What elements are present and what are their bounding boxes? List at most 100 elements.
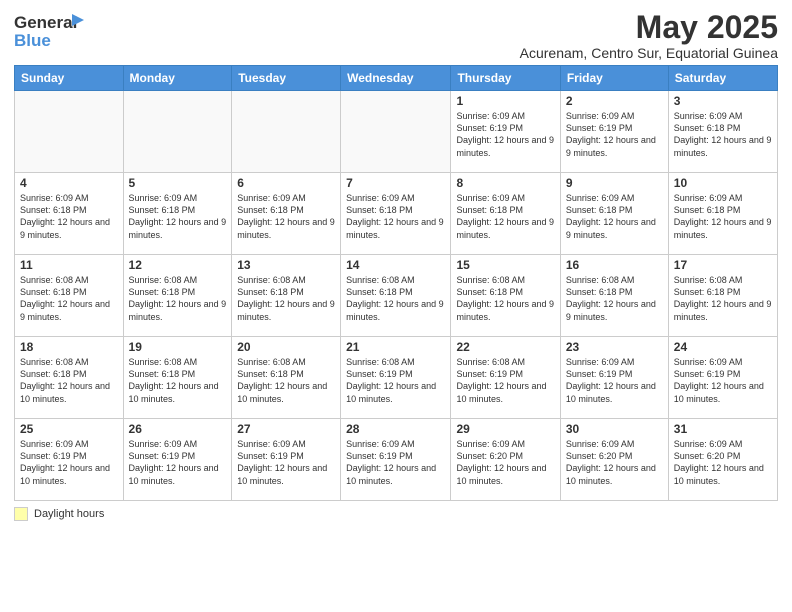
calendar-cell: 2Sunrise: 6:09 AM Sunset: 6:19 PM Daylig… — [560, 91, 668, 173]
calendar-cell: 17 Sunrise: 6:08 AM Sunset: 6:18 PM Dayli… — [668, 255, 777, 337]
day-number: 25 — [20, 422, 118, 436]
day-number: 17 — [674, 258, 772, 272]
daylight-box — [14, 507, 28, 521]
day-info: Sunrise: 6:09 AM Sunset: 6:20 PM Dayligh… — [674, 438, 772, 487]
day-number: 3 — [674, 94, 772, 108]
calendar-cell: 19 Sunrise: 6:08 AM Sunset: 6:18 PM Dayli… — [123, 337, 232, 419]
day-info: Sunrise: 6:08 AM Sunset: 6:18 PM Dayligh… — [20, 356, 118, 405]
day-info: Sunrise: 6:08 AM Sunset: 6:18 PM Dayligh… — [129, 356, 227, 405]
day-info: Sunrise: 6:09 AM Sunset: 6:20 PM Dayligh… — [456, 438, 554, 487]
day-number: 27 — [237, 422, 335, 436]
day-info: Sunrise: 6:09 AM Sunset: 6:19 PM Dayligh… — [566, 356, 663, 405]
day-number: 29 — [456, 422, 554, 436]
col-tuesday: Tuesday — [232, 66, 341, 91]
col-saturday: Saturday — [668, 66, 777, 91]
day-number: 4 — [20, 176, 118, 190]
calendar-cell: 24 Sunrise: 6:09 AM Sunset: 6:19 PM Dayli… — [668, 337, 777, 419]
day-number: 13 — [237, 258, 335, 272]
day-number: 16 — [566, 258, 663, 272]
day-number: 7 — [346, 176, 445, 190]
day-number: 12 — [129, 258, 227, 272]
calendar-cell: 18 Sunrise: 6:08 AM Sunset: 6:18 PM Dayli… — [15, 337, 124, 419]
svg-text:Blue: Blue — [14, 31, 51, 50]
day-info: Sunrise: 6:08 AM Sunset: 6:18 PM Dayligh… — [346, 274, 445, 323]
calendar-cell: 15 Sunrise: 6:08 AM Sunset: 6:18 PM Dayli… — [451, 255, 560, 337]
day-info: Sunrise: 6:09 AM Sunset: 6:19 PM Dayligh… — [456, 110, 554, 159]
day-number: 21 — [346, 340, 445, 354]
logo: GeneralBlue — [14, 10, 86, 50]
day-info: Sunrise: 6:09 AM Sunset: 6:20 PM Dayligh… — [566, 438, 663, 487]
calendar-cell: 10 Sunrise: 6:09 AM Sunset: 6:18 PM Dayli… — [668, 173, 777, 255]
calendar-cell — [341, 91, 451, 173]
day-number: 22 — [456, 340, 554, 354]
day-number: 8 — [456, 176, 554, 190]
calendar-cell: 14 Sunrise: 6:08 AM Sunset: 6:18 PM Dayli… — [341, 255, 451, 337]
day-number: 2 — [566, 94, 663, 108]
day-number: 26 — [129, 422, 227, 436]
header: GeneralBlue May 2025 Acurenam, Centro Su… — [14, 10, 778, 61]
day-info: Sunrise: 6:09 AM Sunset: 6:18 PM Dayligh… — [674, 192, 772, 241]
day-number: 24 — [674, 340, 772, 354]
calendar-week-2: 4 Sunrise: 6:09 AM Sunset: 6:18 PM Daylig… — [15, 173, 778, 255]
col-friday: Friday — [560, 66, 668, 91]
calendar-cell: 31 Sunrise: 6:09 AM Sunset: 6:20 PM Dayli… — [668, 419, 777, 501]
day-number: 5 — [129, 176, 227, 190]
day-number: 31 — [674, 422, 772, 436]
sub-title: Acurenam, Centro Sur, Equatorial Guinea — [520, 45, 778, 61]
day-info: Sunrise: 6:09 AM Sunset: 6:18 PM Dayligh… — [20, 192, 118, 241]
day-number: 1 — [456, 94, 554, 108]
day-number: 14 — [346, 258, 445, 272]
calendar-cell: 8Sunrise: 6:09 AM Sunset: 6:18 PM Daylig… — [451, 173, 560, 255]
day-info: Sunrise: 6:08 AM Sunset: 6:18 PM Dayligh… — [674, 274, 772, 323]
day-number: 15 — [456, 258, 554, 272]
calendar-cell — [232, 91, 341, 173]
day-info: Sunrise: 6:09 AM Sunset: 6:19 PM Dayligh… — [346, 438, 445, 487]
calendar-week-3: 11Sunrise: 6:08 AM Sunset: 6:18 PM Dayli… — [15, 255, 778, 337]
day-info: Sunrise: 6:08 AM Sunset: 6:18 PM Dayligh… — [456, 274, 554, 323]
calendar-cell: 21Sunrise: 6:08 AM Sunset: 6:19 PM Dayli… — [341, 337, 451, 419]
calendar-cell: 1 Sunrise: 6:09 AM Sunset: 6:19 PM Daylig… — [451, 91, 560, 173]
day-info: Sunrise: 6:08 AM Sunset: 6:18 PM Dayligh… — [237, 356, 335, 405]
page: GeneralBlue May 2025 Acurenam, Centro Su… — [0, 0, 792, 612]
day-info: Sunrise: 6:09 AM Sunset: 6:18 PM Dayligh… — [237, 192, 335, 241]
day-number: 18 — [20, 340, 118, 354]
day-info: Sunrise: 6:08 AM Sunset: 6:18 PM Dayligh… — [566, 274, 663, 323]
title-block: May 2025 Acurenam, Centro Sur, Equatoria… — [520, 10, 778, 61]
day-number: 6 — [237, 176, 335, 190]
calendar-cell: 13Sunrise: 6:08 AM Sunset: 6:18 PM Dayli… — [232, 255, 341, 337]
col-monday: Monday — [123, 66, 232, 91]
day-info: Sunrise: 6:08 AM Sunset: 6:19 PM Dayligh… — [456, 356, 554, 405]
calendar-week-1: 1 Sunrise: 6:09 AM Sunset: 6:19 PM Daylig… — [15, 91, 778, 173]
daylight-label: Daylight hours — [34, 508, 104, 520]
calendar-cell: 20Sunrise: 6:08 AM Sunset: 6:18 PM Dayli… — [232, 337, 341, 419]
calendar-cell: 3 Sunrise: 6:09 AM Sunset: 6:18 PM Daylig… — [668, 91, 777, 173]
day-info: Sunrise: 6:09 AM Sunset: 6:19 PM Dayligh… — [674, 356, 772, 405]
day-number: 19 — [129, 340, 227, 354]
day-number: 10 — [674, 176, 772, 190]
day-info: Sunrise: 6:09 AM Sunset: 6:18 PM Dayligh… — [566, 192, 663, 241]
calendar-cell: 7 Sunrise: 6:09 AM Sunset: 6:18 PM Daylig… — [341, 173, 451, 255]
day-info: Sunrise: 6:09 AM Sunset: 6:18 PM Dayligh… — [346, 192, 445, 241]
day-number: 30 — [566, 422, 663, 436]
day-number: 9 — [566, 176, 663, 190]
svg-text:General: General — [14, 13, 77, 32]
col-sunday: Sunday — [15, 66, 124, 91]
calendar-week-4: 18 Sunrise: 6:08 AM Sunset: 6:18 PM Dayli… — [15, 337, 778, 419]
footer: Daylight hours — [14, 507, 778, 521]
calendar-cell: 26 Sunrise: 6:09 AM Sunset: 6:19 PM Dayli… — [123, 419, 232, 501]
calendar-cell: 9 Sunrise: 6:09 AM Sunset: 6:18 PM Daylig… — [560, 173, 668, 255]
day-info: Sunrise: 6:09 AM Sunset: 6:18 PM Dayligh… — [674, 110, 772, 159]
calendar-cell: 5Sunrise: 6:09 AM Sunset: 6:18 PM Daylig… — [123, 173, 232, 255]
day-info: Sunrise: 6:09 AM Sunset: 6:19 PM Dayligh… — [237, 438, 335, 487]
day-info: Sunrise: 6:08 AM Sunset: 6:18 PM Dayligh… — [129, 274, 227, 323]
calendar-week-5: 25 Sunrise: 6:09 AM Sunset: 6:19 PM Dayli… — [15, 419, 778, 501]
day-info: Sunrise: 6:09 AM Sunset: 6:19 PM Dayligh… — [129, 438, 227, 487]
calendar-cell: 12 Sunrise: 6:08 AM Sunset: 6:18 PM Dayli… — [123, 255, 232, 337]
calendar-header-row: Sunday Monday Tuesday Wednesday Thursday… — [15, 66, 778, 91]
day-info: Sunrise: 6:08 AM Sunset: 6:18 PM Dayligh… — [20, 274, 118, 323]
calendar-cell: 29 Sunrise: 6:09 AM Sunset: 6:20 PM Dayli… — [451, 419, 560, 501]
calendar-cell: 23 Sunrise: 6:09 AM Sunset: 6:19 PM Dayli… — [560, 337, 668, 419]
logo-svg: GeneralBlue — [14, 10, 86, 50]
day-number: 23 — [566, 340, 663, 354]
calendar: Sunday Monday Tuesday Wednesday Thursday… — [14, 65, 778, 501]
